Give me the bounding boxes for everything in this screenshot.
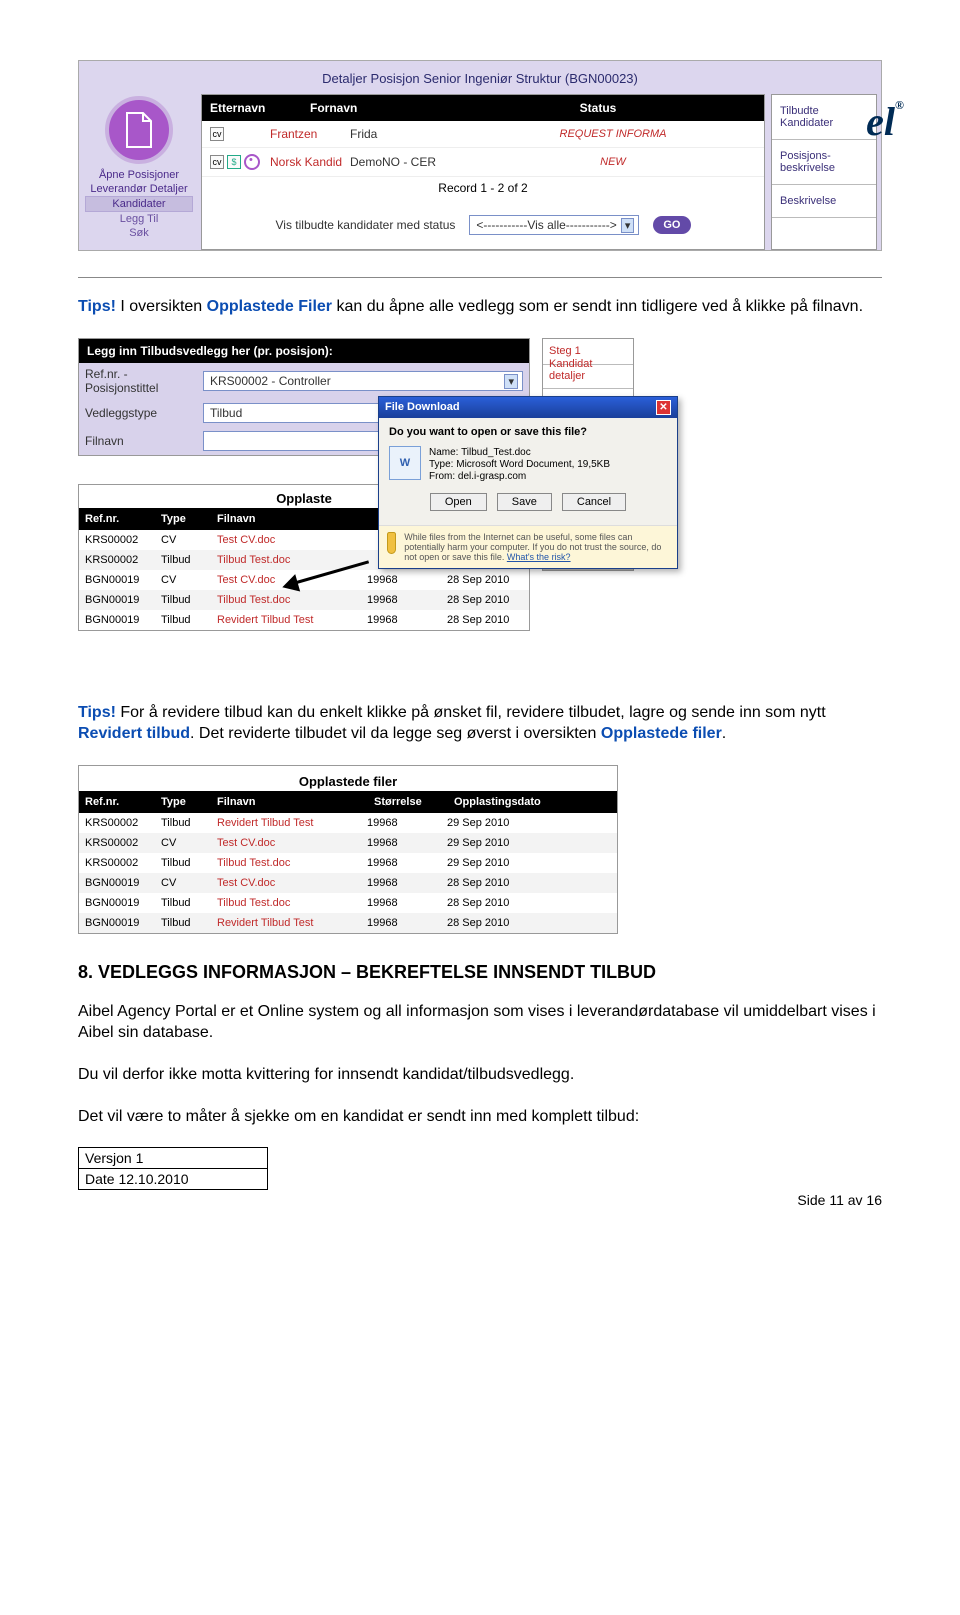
money-icon[interactable]: $ — [227, 155, 241, 169]
link-position-desc[interactable]: Posisjons-beskrivelse — [772, 140, 876, 185]
right-panel: Tilbudte Kandidater Posisjons-beskrivels… — [771, 94, 877, 250]
nav-supplier-details[interactable]: Leverandør Detaljer — [85, 182, 193, 196]
file-link[interactable]: Tilbud Test.doc — [217, 857, 367, 869]
file-download-dialog: File Download ✕ Do you want to open or s… — [378, 396, 678, 569]
left-nav: Åpne Posisjoner Leverandør Detaljer Kand… — [83, 94, 195, 250]
file-link[interactable]: Tilbud Test.doc — [217, 897, 367, 909]
file-link[interactable]: Test CV.doc — [217, 837, 367, 849]
record-count: Record 1 - 2 of 2 — [202, 177, 764, 207]
file-link[interactable]: Tilbud Test.doc — [217, 554, 367, 566]
footer-version: Versjon 1 — [79, 1148, 267, 1169]
candidate-row[interactable]: cv FrantzenFridaREQUEST INFORMA — [202, 121, 764, 148]
uploaded-row[interactable]: KRS00002TilbudRevidert Tilbud Test199682… — [79, 813, 617, 833]
section-8-p2: Du vil derfor ikke motta kvittering for … — [78, 1064, 882, 1086]
col-lastname: Etternavn — [210, 101, 310, 115]
section-8-heading: 8. VEDLEGGS INFORMASJON – BEKREFTELSE IN… — [78, 962, 882, 983]
tips-paragraph-1: Tips! I oversikten Opplastede Filer kan … — [78, 296, 882, 318]
dialog-warning: While files from the Internet can be use… — [404, 532, 669, 562]
link-offered-candidates[interactable]: Tilbudte Kandidater — [772, 95, 876, 140]
brand-fragment: el® — [866, 98, 904, 145]
form-title: Legg inn Tilbudsvedlegg her (pr. posisjo… — [79, 339, 529, 363]
window-title: Detaljer Posisjon Senior Ingeniør Strukt… — [83, 65, 877, 94]
step1-detail[interactable]: Kandidat detaljer — [543, 352, 633, 389]
nav-search[interactable]: Søk — [85, 226, 193, 240]
uploaded-full-title: Opplastede filer — [79, 766, 617, 791]
nav-add[interactable]: Legg Til — [85, 212, 193, 226]
nav-open-positions[interactable]: Åpne Posisjoner — [85, 168, 193, 182]
cell-status: NEW — [470, 156, 756, 168]
filter-select[interactable]: <-----------Vis alle-----------> — [469, 215, 639, 235]
cell-lastname: Frantzen — [270, 127, 350, 141]
screenshot-bid-attachments: Legg inn Tilbudsvedlegg her (pr. posisjo… — [78, 338, 882, 678]
filename-label: Filnavn — [85, 434, 195, 448]
cv-icon[interactable]: cv — [210, 127, 224, 141]
page-number: Side 11 av 16 — [78, 1192, 882, 1208]
cell-firstname: Frida — [350, 127, 470, 141]
candidates-header: Etternavn Fornavn Status — [202, 95, 764, 121]
uploaded-row[interactable]: KRS00002TilbudTilbud Test.doc1996829 Sep… — [79, 853, 617, 873]
ref-label: Ref.nr. - Posisjonstittel — [85, 367, 195, 395]
go-button[interactable]: GO — [653, 216, 690, 234]
candidates-panel: Etternavn Fornavn Status cv FrantzenFrida… — [201, 94, 765, 250]
cancel-button[interactable]: Cancel — [562, 493, 626, 511]
annotation-arrow — [286, 576, 372, 594]
section-8-p1: Aibel Agency Portal er et Online system … — [78, 1001, 882, 1044]
col-status: Status — [440, 101, 756, 115]
type-label: Vedleggstype — [85, 406, 195, 420]
cell-firstname: DemoNO - CER — [350, 155, 470, 169]
file-link[interactable]: Test CV.doc — [217, 877, 367, 889]
screenshot-position-details: Detaljer Posisjon Senior Ingeniør Strukt… — [78, 60, 882, 251]
dialog-title: File Download — [385, 401, 460, 413]
uploaded-row[interactable]: BGN00019TilbudRevidert Tilbud Test199682… — [79, 913, 617, 933]
cell-status: REQUEST INFORMA — [470, 128, 756, 140]
cell-lastname: Norsk Kandid — [270, 155, 350, 169]
dialog-file-info: Name: Tilbud_Test.doc Type: Microsoft Wo… — [429, 446, 610, 483]
candidate-row[interactable]: cv$ Norsk KandidDemoNO - CERNEW — [202, 148, 764, 177]
divider — [78, 277, 882, 278]
tips-paragraph-2: Tips! For å revidere tilbud kan du enkel… — [78, 702, 882, 745]
save-button[interactable]: Save — [497, 493, 552, 511]
status-icon — [244, 154, 260, 170]
col-firstname: Fornavn — [310, 101, 440, 115]
uploaded-row[interactable]: BGN00019TilbudRevidert Tilbud Test199682… — [79, 610, 529, 630]
screenshot-uploaded-files-full: Opplastede filer Ref.nr. Type Filnavn St… — [78, 765, 618, 934]
dialog-question: Do you want to open or save this file? — [389, 426, 667, 438]
footer-date: Date 12.10.2010 — [79, 1169, 267, 1189]
ref-select[interactable]: KRS00002 - Controller — [203, 371, 523, 391]
link-description[interactable]: Beskrivelse — [772, 185, 876, 218]
section-8-p3: Det vil være to måter å sjekke om en kan… — [78, 1106, 882, 1128]
uploaded-row[interactable]: BGN00019TilbudTilbud Test.doc1996828 Sep… — [79, 893, 617, 913]
risk-link[interactable]: What's the risk? — [507, 552, 571, 562]
open-button[interactable]: Open — [430, 493, 487, 511]
footer-box: Versjon 1 Date 12.10.2010 — [78, 1147, 268, 1190]
document-icon — [105, 96, 173, 164]
uploaded-full-header: Ref.nr. Type Filnavn Størrelse Opplastin… — [79, 791, 617, 813]
uploaded-row[interactable]: BGN00019CVTest CV.doc1996828 Sep 2010 — [79, 873, 617, 893]
file-link[interactable]: Revidert Tilbud Test — [217, 614, 367, 626]
file-link[interactable]: Revidert Tilbud Test — [217, 817, 367, 829]
word-doc-icon: W — [389, 446, 421, 480]
close-icon[interactable]: ✕ — [656, 400, 671, 415]
file-link[interactable]: Revidert Tilbud Test — [217, 917, 367, 929]
file-link[interactable]: Tilbud Test.doc — [217, 594, 367, 606]
cv-icon[interactable]: cv — [210, 155, 224, 169]
file-link[interactable]: Test CV.doc — [217, 534, 367, 546]
shield-icon — [387, 532, 396, 554]
uploaded-row[interactable]: KRS00002CVTest CV.doc1996829 Sep 2010 — [79, 833, 617, 853]
filter-label: Vis tilbudte kandidater med status — [275, 218, 455, 232]
nav-candidates[interactable]: Kandidater — [85, 196, 193, 212]
